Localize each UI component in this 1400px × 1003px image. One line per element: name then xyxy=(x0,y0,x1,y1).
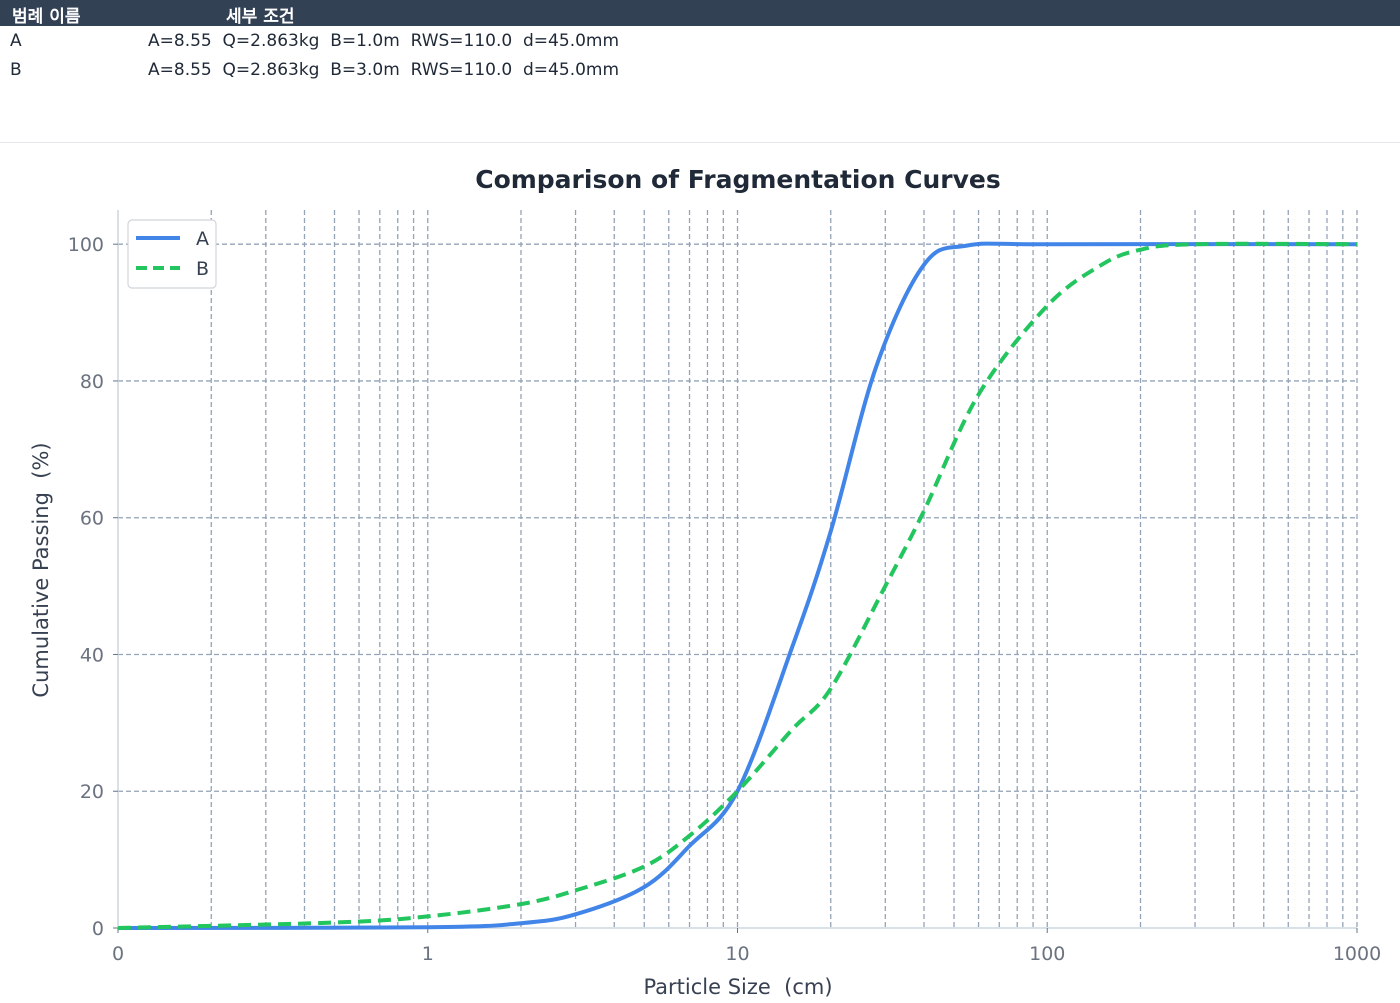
y-tick-label: 20 xyxy=(80,781,104,803)
y-tick-label: 100 xyxy=(68,234,104,256)
x-tick-label: 10 xyxy=(725,943,749,965)
y-tick-label: 0 xyxy=(92,918,104,940)
y-tick-label: 60 xyxy=(80,508,104,530)
x-tick-label: 1 xyxy=(422,943,434,965)
x-tick-label: 100 xyxy=(1029,943,1065,965)
y-tick-label: 80 xyxy=(80,371,104,393)
x-tick-label: 1000 xyxy=(1333,943,1381,965)
legend-label-a: A xyxy=(196,228,209,250)
chart-legend: AB xyxy=(127,219,217,289)
y-axis-label: Cumulative Passing (%) xyxy=(29,442,53,697)
chart-title: Comparison of Fragmentation Curves xyxy=(475,165,1001,194)
grid xyxy=(118,210,1358,928)
x-axis-label: Particle Size (cm) xyxy=(643,975,832,999)
y-tick-label: 40 xyxy=(80,644,104,666)
axes: 0204060801000 1 10 100 1000 xyxy=(68,210,1381,965)
fragmentation-chart: 0204060801000 1 10 100 1000 AB Comparison of… xyxy=(29,165,1381,999)
x-tick-label: 0 xyxy=(112,943,124,965)
legend-label-b: B xyxy=(196,258,209,280)
